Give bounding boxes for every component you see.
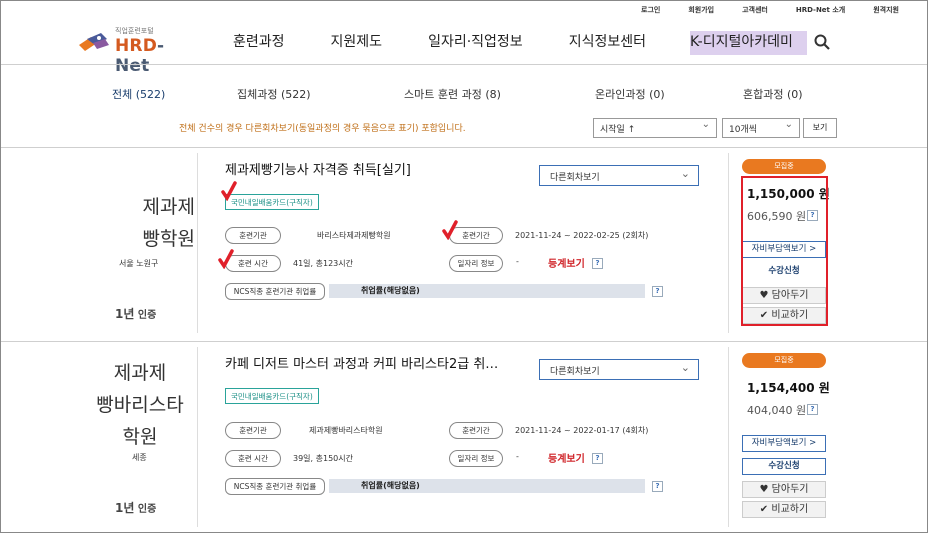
nav-support-system[interactable]: 지원제도	[331, 31, 383, 55]
label-ncs: NCS직종 훈련기관 취업률	[225, 478, 325, 495]
card-divider-right	[728, 347, 729, 527]
label-job-info: 일자리 정보	[449, 255, 503, 272]
institution-region: 세종	[132, 453, 147, 462]
apply-button[interactable]: 수강신청	[742, 458, 826, 475]
remote-support-link[interactable]: 원격지원	[873, 5, 899, 19]
red-check-icon	[218, 249, 234, 269]
tab-blended[interactable]: 혼합과정 (0)	[743, 86, 803, 102]
help-center-link[interactable]: 고객센터	[742, 5, 768, 19]
count-notice: 전체 건수의 경우 다른회차보기(동일과정의 경우 묶음으로 표기) 포함입니다…	[179, 124, 466, 134]
hours-value: 39일, 총150시간	[293, 454, 353, 463]
search-icon[interactable]	[814, 34, 830, 50]
label-ncs: NCS직종 훈련기관 취업률	[225, 283, 325, 300]
label-institution: 훈련기관	[225, 227, 281, 244]
status-badge: 모집중	[742, 159, 826, 174]
logo-subtitle: 직업훈련포털	[115, 27, 154, 35]
about-link[interactable]: HRD-Net 소개	[796, 5, 845, 19]
course-title[interactable]: 카페 디저트 마스터 과정과 커피 바리스타2급 취…	[225, 353, 498, 372]
self-pay-button[interactable]: 자비부담액보기 >	[742, 435, 826, 452]
label-institution: 훈련기관	[225, 422, 281, 439]
heart-icon: ♥	[759, 484, 769, 495]
institution-value: 바리스타제과제빵학원	[317, 231, 391, 240]
course-card-2: 제과제 빵바리스타 학원 세종 1년 인증 카페 디저트 마스터 과정과 커피 바리…	[1, 341, 927, 533]
label-hours: 훈련 시간	[225, 450, 281, 467]
job-info-value: -	[516, 452, 519, 461]
status-badge: 모집중	[742, 353, 826, 368]
card-divider-right	[728, 153, 729, 333]
nav-training-courses[interactable]: 훈련과정	[233, 31, 285, 55]
signup-link[interactable]: 회원가입	[688, 5, 714, 19]
card-type-badge: 국민내일배움카드(구직자)	[225, 388, 319, 404]
view-button[interactable]: 보기	[803, 118, 837, 138]
hours-value: 41일, 총123시간	[293, 259, 353, 268]
header-divider	[1, 64, 927, 65]
employment-rate-bar: 취업률(해당없음)	[329, 284, 645, 298]
logo-mark-icon	[79, 33, 109, 51]
stats-link[interactable]: 등계보기	[548, 450, 585, 465]
tab-classroom[interactable]: 집체과정 (522)	[237, 86, 311, 102]
red-check-icon	[221, 181, 237, 201]
stats-link[interactable]: 등계보기	[548, 255, 585, 270]
card-divider-left	[197, 347, 198, 527]
help-icon[interactable]: ?	[592, 258, 603, 269]
other-rounds-select[interactable]: 다른회차보기	[539, 165, 699, 186]
other-rounds-select[interactable]: 다른회차보기	[539, 359, 699, 380]
nav-knowledge-center[interactable]: 지식정보센터	[569, 31, 646, 55]
certification-badge: 1년 인증	[115, 307, 157, 321]
institution-region: 서울 노원구	[119, 259, 159, 268]
help-icon[interactable]: ?	[652, 481, 663, 492]
card-type-badge: 국민내일배움카드(구직자)	[225, 194, 319, 210]
course-type-tabs: 전체 (522) 집체과정 (522) 스마트 훈련 과정 (8) 온라인과정 …	[1, 86, 927, 102]
login-link[interactable]: 로그인	[641, 5, 660, 19]
card-divider-left	[197, 153, 198, 333]
period-value: 2021-11-24 ~ 2022-01-17 (4회차)	[515, 426, 649, 435]
institution-value: 제과제빵바리스타학원	[309, 426, 383, 435]
label-job-info: 일자리 정보	[449, 450, 503, 467]
help-icon[interactable]: ?	[592, 453, 603, 464]
compare-button[interactable]: ✔ 비교하기	[742, 501, 826, 518]
logo-text: HRD-Net	[115, 36, 165, 76]
label-period: 훈련기간	[449, 422, 503, 439]
highlight-box	[741, 176, 828, 326]
employment-rate-bar: 취업률(해당없음)	[329, 479, 645, 493]
tab-smart[interactable]: 스마트 훈련 과정 (8)	[404, 86, 501, 102]
nav-jobs-info[interactable]: 일자리·직업정보	[428, 31, 523, 55]
tab-all[interactable]: 전체 (522)	[112, 86, 165, 102]
period-value: 2021-11-24 ~ 2022-02-25 (2회차)	[515, 231, 649, 240]
course-price: 1,154,400 원	[747, 381, 830, 395]
page-size-select[interactable]: 10개씩	[722, 118, 800, 138]
institution-name[interactable]: 제과제 빵학원	[85, 191, 195, 255]
course-title[interactable]: 제과제빵기능사 자격증 취득[실기]	[225, 159, 411, 178]
red-check-icon	[442, 220, 458, 240]
self-pay-price: 404,040 원	[747, 404, 807, 417]
main-nav: 훈련과정 지원제도 일자리·직업정보 지식정보센터 K-디지털아카데미	[233, 31, 853, 55]
tab-online[interactable]: 온라인과정 (0)	[595, 86, 665, 102]
certification-badge: 1년 인증	[115, 501, 157, 515]
job-info-value: -	[516, 257, 519, 266]
site-logo[interactable]: 직업훈련포털 HRD-Net	[77, 23, 197, 76]
help-icon[interactable]: ?	[807, 404, 818, 415]
nav-k-digital-academy[interactable]: K-디지털아카데미	[689, 31, 807, 55]
help-icon[interactable]: ?	[652, 286, 663, 297]
sort-order-select[interactable]: 시작일 ↑	[593, 118, 717, 138]
check-icon: ✔	[759, 504, 769, 515]
institution-name[interactable]: 제과제 빵바리스타 학원	[85, 357, 195, 453]
utility-bar: 로그인 회원가입 고객센터 HRD-Net 소개 원격지원	[641, 5, 927, 19]
wishlist-button[interactable]: ♥ 담아두기	[742, 481, 826, 498]
